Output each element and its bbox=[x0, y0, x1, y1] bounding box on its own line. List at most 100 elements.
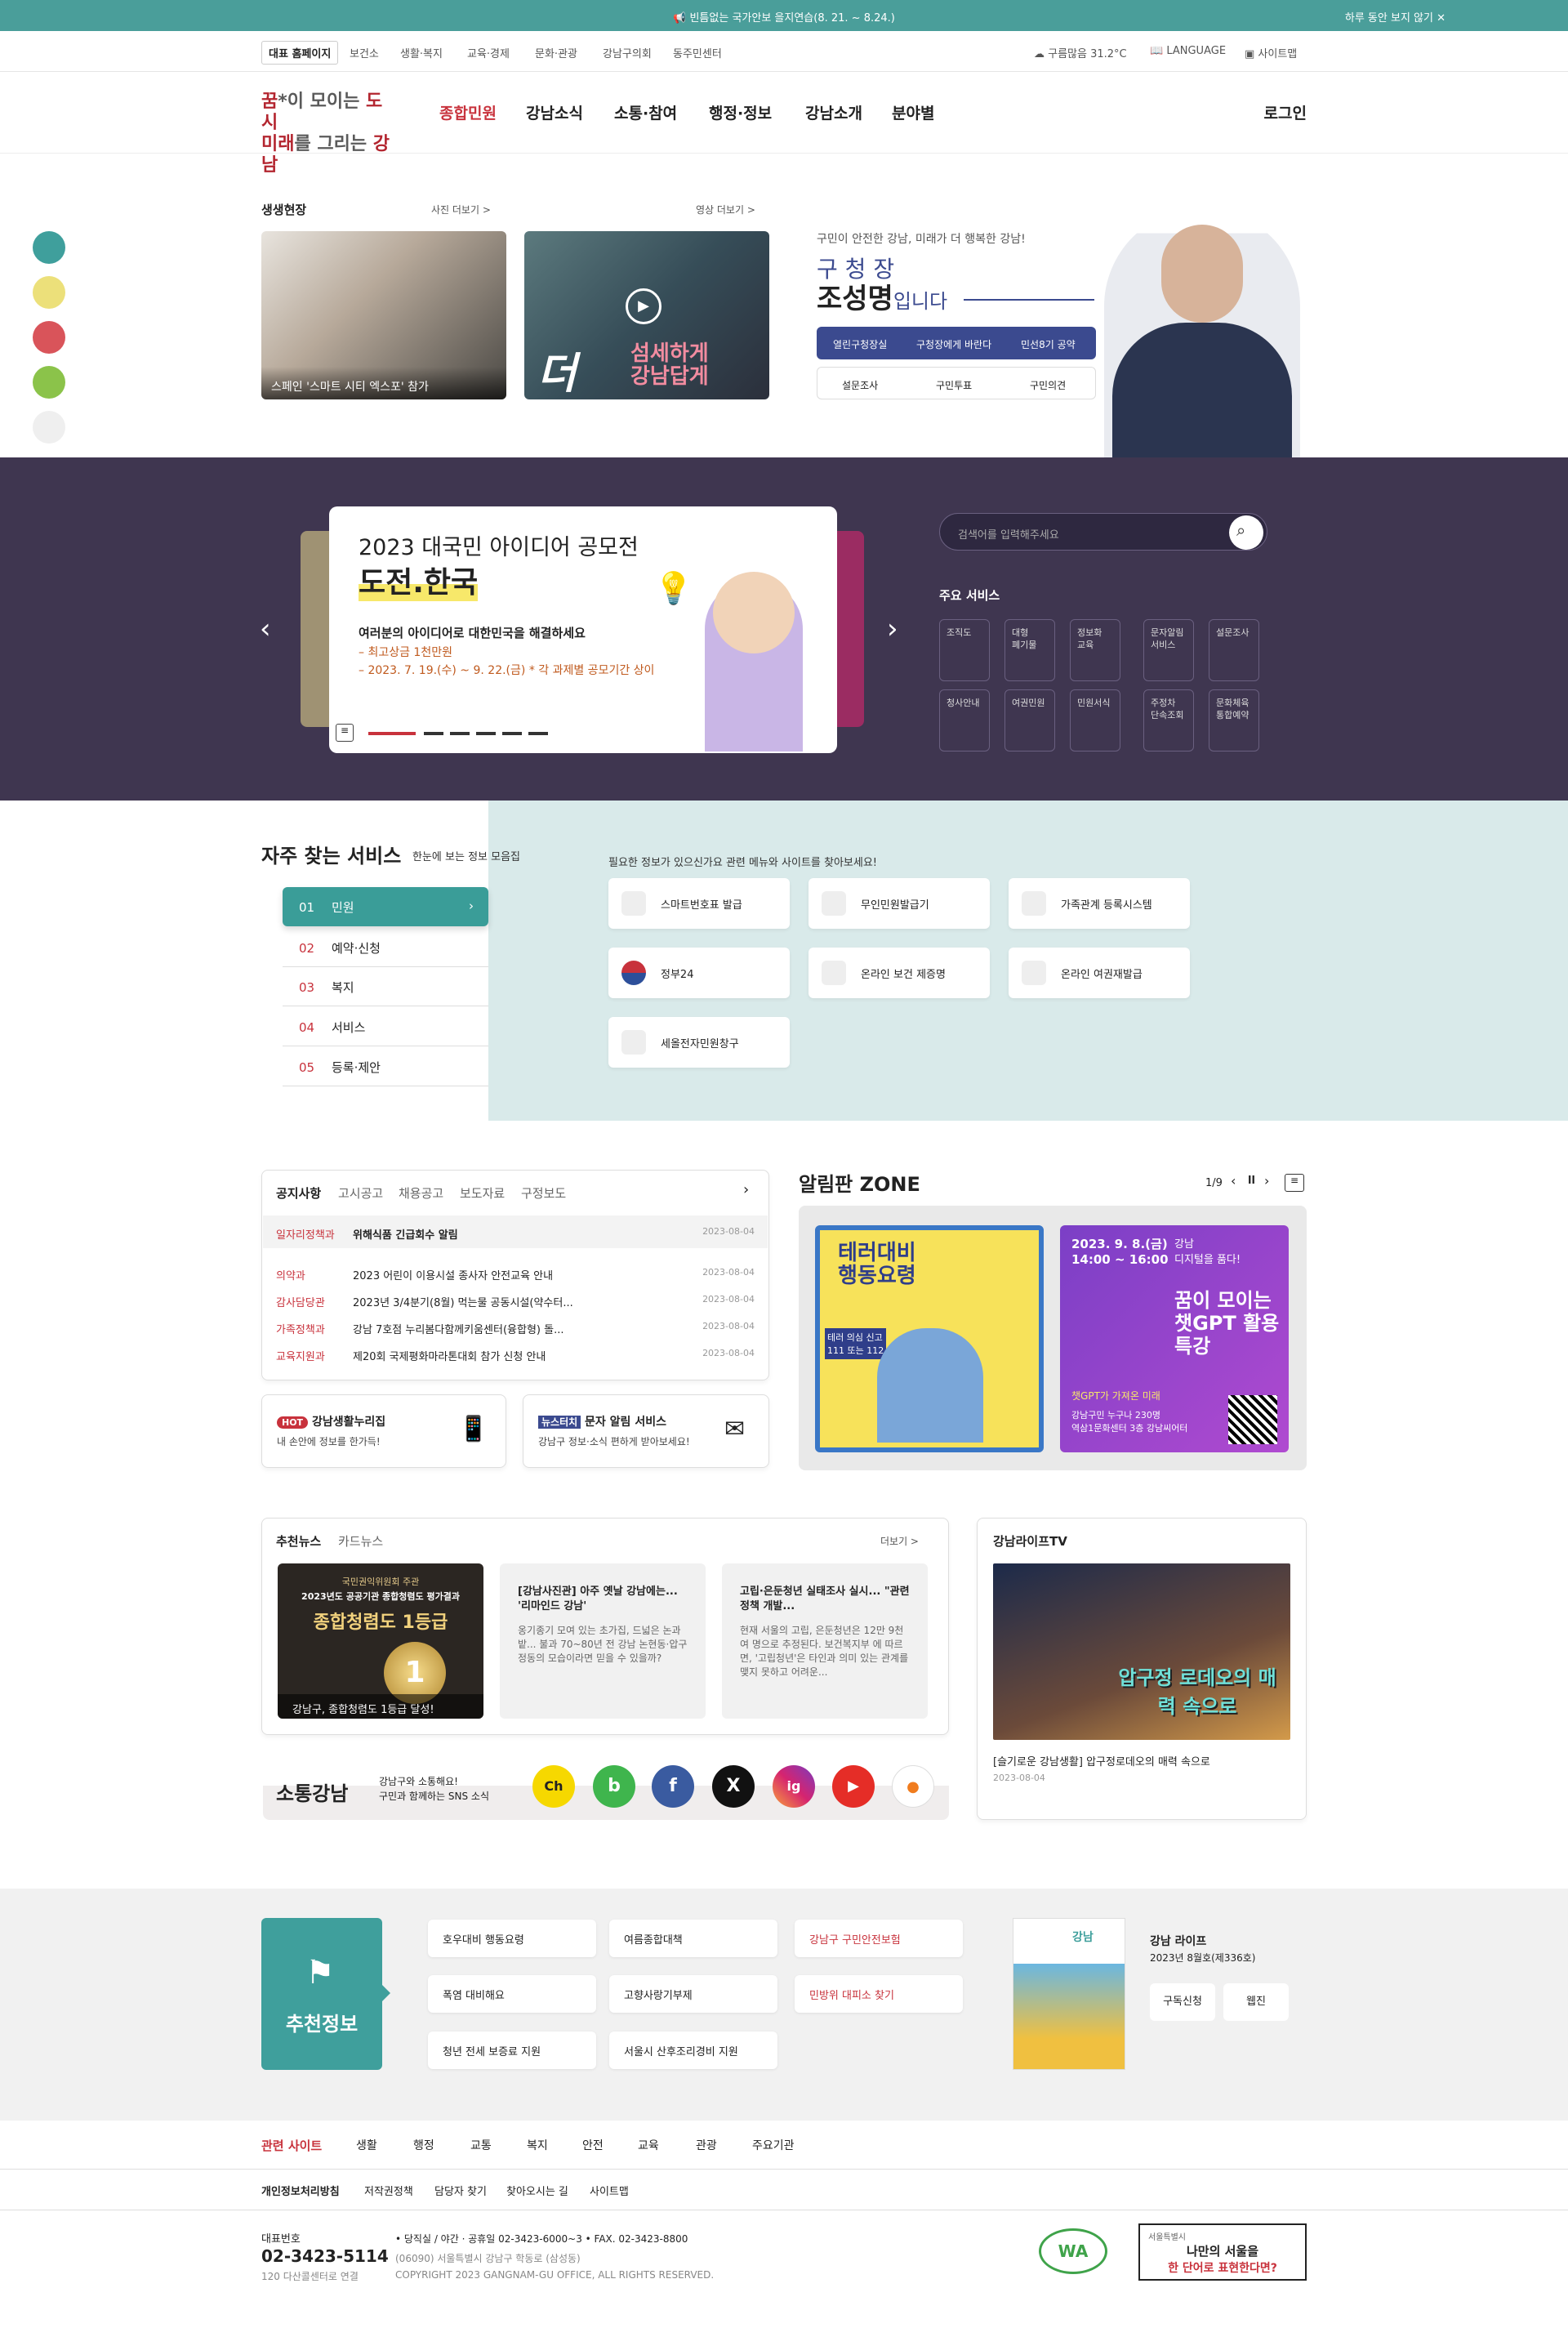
util-link-council[interactable]: 강남구의회 bbox=[603, 45, 652, 60]
youtube-icon[interactable]: ▶ bbox=[832, 1765, 875, 1808]
video-more-link[interactable]: 영상 더보기 > bbox=[696, 203, 755, 216]
facebook-icon[interactable]: f bbox=[652, 1765, 694, 1808]
service-guide[interactable]: 청사안내 bbox=[939, 689, 990, 751]
banner-next-button[interactable]: › bbox=[887, 613, 898, 645]
sms-service-card[interactable]: 뉴스터치 문자 알림 서비스 강남구 정보·소식 편하게 받아보세요! ✉ bbox=[523, 1394, 769, 1468]
open-mayor-office-link[interactable]: 열린구청장실 bbox=[833, 337, 887, 351]
related-welfare[interactable]: 복지 bbox=[527, 2137, 548, 2153]
util-link-health[interactable]: 보건소 bbox=[350, 45, 379, 60]
service-survey[interactable]: 설문조사 bbox=[1209, 619, 1259, 681]
quick-kiosk[interactable]: 무인민원발급기 bbox=[808, 878, 990, 929]
banner-indicator-active[interactable] bbox=[368, 732, 416, 735]
quick-number-ticket[interactable]: 스마트번호표 발급 bbox=[608, 878, 790, 929]
news-card-integrity[interactable]: 국민권익위원회 주관 2023년도 공공기관 종합청렴도 평가결과 종합청렴도 … bbox=[278, 1563, 483, 1719]
news-card-remind[interactable]: [강남사진관] 아주 옛날 강남에는... '리마인드 강남' 옹기종기 모여 … bbox=[500, 1563, 706, 1719]
menu-civil[interactable]: 종합민원 bbox=[439, 101, 497, 123]
language-button[interactable]: 📖 LANGUAGE bbox=[1150, 45, 1226, 57]
rec-youth-deposit[interactable]: 청년 전세 보증료 지원 bbox=[428, 2031, 596, 2069]
notice-row[interactable]: 의약과 2023 어린이 이용시설 종사자 안전교육 안내 2023-08-04 bbox=[276, 1267, 755, 1282]
site-logo[interactable]: 꿈*이 모이는 도시 미래를 그리는 강남 bbox=[261, 91, 392, 176]
service-org[interactable]: 조직도 bbox=[939, 619, 990, 681]
survey-link[interactable]: 설문조사 bbox=[842, 378, 878, 392]
quick-health-cert[interactable]: 온라인 보건 제증명 bbox=[808, 948, 990, 998]
search-input[interactable]: 검색어를 입력해주세요 bbox=[939, 513, 1267, 551]
life-tv-caption[interactable]: [슬기로운 강남생활] 압구정로데오의 매력 속으로 bbox=[993, 1753, 1210, 1768]
search-button[interactable]: ⌕ bbox=[1229, 515, 1263, 550]
rec-summer-plan[interactable]: 여름종합대책 bbox=[609, 1920, 777, 1957]
top-notice-text[interactable]: 📢 빈틈없는 국가안보 을지연습(8. 21. ~ 8.24.) bbox=[0, 9, 1568, 25]
notice-row[interactable]: 가족정책과 강남 7호점 누리봄다함께키움센터(융합형) 돌... 2023-08-… bbox=[276, 1321, 755, 1336]
alim-list-icon[interactable]: ≡ bbox=[1285, 1174, 1304, 1192]
alim-poster-terror[interactable]: 테러대비 행동요령 테러 의심 신고 111 또는 112 bbox=[815, 1225, 1044, 1452]
photo-more-link[interactable]: 사진 더보기 > bbox=[431, 203, 491, 216]
service-sms[interactable]: 문자알림 서비스 bbox=[1143, 619, 1194, 681]
quick-gov24[interactable]: 정부24 bbox=[608, 948, 790, 998]
rec-heavy-rain[interactable]: 호우대비 행동요령 bbox=[428, 1920, 596, 1957]
staff-search-link[interactable]: 담당자 찾기 bbox=[434, 2183, 487, 2198]
main-home-link[interactable]: 대표 홈페이지 bbox=[261, 41, 339, 65]
related-safety[interactable]: 안전 bbox=[582, 2137, 604, 2153]
rec-postpartum[interactable]: 서울시 산후조리경비 지원 bbox=[609, 2031, 777, 2069]
banner-prev-button[interactable]: ‹ bbox=[260, 613, 271, 645]
blog-icon[interactable]: b bbox=[593, 1765, 635, 1808]
freq-tab-reserve[interactable]: 02 예약·신청 bbox=[283, 928, 488, 967]
subscribe-button[interactable]: 구독신청 bbox=[1150, 1983, 1215, 2021]
kakao-channel-icon[interactable]: Ch bbox=[532, 1765, 575, 1808]
sitemap-button[interactable]: ▣ 사이트맵 bbox=[1245, 45, 1297, 60]
tab-card-news[interactable]: 카드뉴스 bbox=[338, 1532, 383, 1550]
copyright-link[interactable]: 저작권정책 bbox=[364, 2183, 413, 2198]
x-twitter-icon[interactable]: X bbox=[712, 1765, 755, 1808]
service-culture[interactable]: 문화체육 통합예약 bbox=[1209, 689, 1259, 751]
video-thumbnail[interactable]: ▶ 더 섬세하게 강남답게 bbox=[524, 231, 769, 399]
photo-thumbnail[interactable]: 스페인 '스마트 시티 엑스포' 참가 bbox=[261, 231, 506, 399]
notice-row[interactable]: 교육지원과 제20회 국제평화마라톤대회 참가 신청 안내 2023-08-04 bbox=[276, 1348, 755, 1363]
theme-dot-green[interactable] bbox=[33, 366, 65, 399]
theme-dot-white[interactable] bbox=[33, 411, 65, 444]
quick-seoul-e-civil[interactable]: 세올전자민원창구 bbox=[608, 1017, 790, 1068]
vote-link[interactable]: 구민투표 bbox=[936, 378, 972, 392]
banner-indicator[interactable] bbox=[424, 732, 443, 735]
opinion-link[interactable]: 구민의견 bbox=[1030, 378, 1066, 392]
notice-more-icon[interactable]: › bbox=[743, 1181, 749, 1198]
notice-row[interactable]: 일자리정책과 위해식품 긴급회수 알림 2023-08-04 bbox=[276, 1226, 755, 1242]
webzine-button[interactable]: 웹진 bbox=[1223, 1983, 1289, 2021]
util-link-culture[interactable]: 문화·관광 bbox=[535, 45, 577, 60]
tab-recommended-news[interactable]: 추천뉴스 bbox=[276, 1532, 321, 1550]
menu-admin[interactable]: 행정·정보 bbox=[709, 101, 772, 123]
banner-indicator[interactable] bbox=[450, 732, 470, 735]
notice-row[interactable]: 감사담당관 2023년 3/4분기(8월) 먹는물 공동시설(약수터... 2023… bbox=[276, 1294, 755, 1309]
tab-district-report[interactable]: 구정보도 bbox=[521, 1184, 566, 1202]
util-link-welfare[interactable]: 생활·복지 bbox=[400, 45, 443, 60]
banner-indicator[interactable] bbox=[502, 732, 522, 735]
quick-family-registry[interactable]: 가족관계 등록시스템 bbox=[1009, 878, 1190, 929]
banner-indicator[interactable] bbox=[528, 732, 548, 735]
theme-dot-teal[interactable] bbox=[33, 231, 65, 264]
instagram-icon[interactable]: ig bbox=[773, 1765, 815, 1808]
banner-list-icon[interactable]: ≡ bbox=[336, 724, 354, 742]
news-more-link[interactable]: 더보기 > bbox=[880, 1534, 919, 1548]
life-portal-card[interactable]: HOT 강남생활누리집 내 손안에 정보를 한가득! 📱 bbox=[261, 1394, 506, 1468]
service-forms[interactable]: 민원서식 bbox=[1070, 689, 1120, 751]
service-edu[interactable]: 정보화 교육 bbox=[1070, 619, 1120, 681]
close-today-button[interactable]: 하루 동안 보지 않기 ✕ bbox=[1345, 9, 1446, 25]
theme-dot-yellow[interactable] bbox=[33, 276, 65, 309]
menu-intro[interactable]: 강남소개 bbox=[805, 101, 862, 123]
alim-poster-chatgpt[interactable]: 2023. 9. 8.(금) 14:00 ~ 16:00 강남 디지털을 품다!… bbox=[1060, 1225, 1289, 1452]
privacy-link[interactable]: 개인정보처리방침 bbox=[261, 2183, 340, 2198]
tab-recruit[interactable]: 채용공고 bbox=[399, 1184, 443, 1202]
quick-passport-reissue[interactable]: 온라인 여권재발급 bbox=[1009, 948, 1190, 998]
freq-tab-welfare[interactable]: 03 복지 bbox=[283, 967, 488, 1006]
rec-hometown-donation[interactable]: 고향사랑기부제 bbox=[609, 1975, 777, 2013]
tab-public-notice[interactable]: 고시공고 bbox=[338, 1184, 383, 1202]
freq-tab-register[interactable]: 05 등록·제안 bbox=[283, 1047, 488, 1086]
life-tv-thumbnail[interactable]: 압구정 로데오의 매력 속으로 bbox=[993, 1563, 1290, 1740]
freq-tab-civil[interactable]: 01 민원 › bbox=[283, 887, 488, 926]
util-link-center[interactable]: 동주민센터 bbox=[673, 45, 722, 60]
login-button[interactable]: 로그인 bbox=[1264, 101, 1307, 123]
banner-indicator[interactable] bbox=[476, 732, 496, 735]
theme-dot-red[interactable] bbox=[33, 321, 65, 354]
alim-pause-button[interactable]: ll bbox=[1248, 1175, 1255, 1187]
service-parking[interactable]: 주정차 단속조회 bbox=[1143, 689, 1194, 751]
menu-participate[interactable]: 소통·참여 bbox=[614, 101, 677, 123]
alim-prev-button[interactable]: ‹ bbox=[1231, 1173, 1236, 1189]
